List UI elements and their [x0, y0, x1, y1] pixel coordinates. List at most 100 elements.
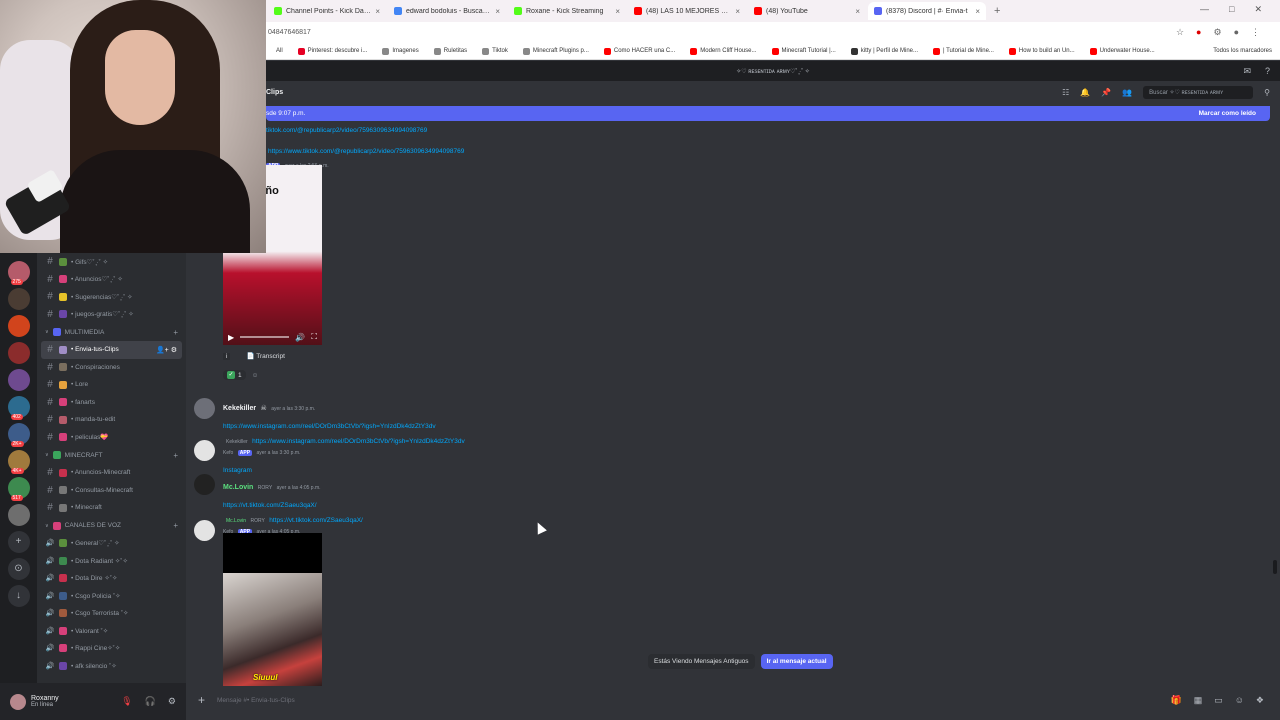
browser-tab[interactable]: Channel Points - Kick Dashboa× [268, 2, 386, 20]
info-icon[interactable]: i [223, 352, 231, 360]
server-icon[interactable] [7, 504, 30, 526]
scrollbar[interactable] [1273, 560, 1277, 574]
text-channel[interactable]: # • peliculas💝 [37, 429, 186, 447]
avatar[interactable] [10, 693, 26, 710]
new-tab-icon[interactable]: + [994, 5, 1000, 17]
voice-channel[interactable]: 🔊 • afk silencio ˚✧ [37, 657, 186, 675]
channel-category[interactable]: ∨ Canales de voz + [37, 517, 186, 535]
minimize-icon[interactable]: — [1200, 4, 1209, 15]
download-icon[interactable]: ↓ [7, 585, 30, 607]
tab-close-icon[interactable]: × [615, 7, 620, 16]
all-bookmarks[interactable]: Todos los marcadores [1213, 48, 1272, 54]
avatar[interactable] [194, 398, 215, 419]
add-attachment-icon[interactable]: + [198, 693, 205, 707]
close-icon[interactable]: ✕ [1254, 4, 1262, 15]
pin-icon[interactable]: 📌 [1101, 88, 1111, 97]
add-channel-icon[interactable]: + [173, 451, 178, 460]
message-author[interactable]: Kekekiller [223, 405, 256, 412]
profile-icon[interactable]: ● [1234, 27, 1239, 38]
browser-tab[interactable]: (8378) Discord | #· Envia-t × [868, 2, 986, 20]
browser-tab[interactable]: Roxane - Kick Streaming × [508, 2, 626, 20]
tab-close-icon[interactable]: × [975, 7, 980, 16]
extension-icon[interactable]: ⚙ [1213, 27, 1221, 38]
message-composer[interactable]: + Mensaje #• Envia-tus-Clips 🎁 ▦ ▭ ☺ ❖ [194, 689, 1272, 711]
fullscreen-icon[interactable]: ⛶ [311, 332, 317, 342]
add-reaction-icon[interactable]: ☺ [252, 372, 259, 379]
text-channel[interactable]: # • juegos-gratis♡˚ ̥·˚ ✧ [37, 306, 186, 324]
message-input[interactable]: Mensaje #• Envia-tus-Clips [217, 697, 295, 704]
help-icon[interactable]: ? [1265, 66, 1270, 77]
tab-close-icon[interactable]: × [735, 7, 740, 16]
bookmark-item[interactable]: Pinterest: descubre i... [297, 47, 367, 55]
server-icon[interactable] [7, 369, 30, 391]
url-text[interactable]: 04847646817 [268, 29, 311, 36]
maximize-icon[interactable]: □ [1229, 4, 1234, 15]
server-icon[interactable]: 275 [7, 261, 30, 285]
gift-icon[interactable]: 🎁 [1170, 695, 1181, 706]
message-link[interactable]: https://vt.tiktok.com/ZSaeu3qaX/ [223, 502, 317, 509]
text-channel[interactable]: # • Minecraft [37, 499, 186, 517]
inbox-icon[interactable]: ✉ [1243, 66, 1251, 77]
message-author[interactable]: Kefo [223, 450, 233, 456]
search-icon[interactable]: ⚲ [1264, 88, 1270, 97]
voice-channel[interactable]: 🔊 • Csgo Terrorista ˚✧ [37, 605, 186, 623]
video-embed[interactable]: Siuuul [223, 533, 322, 686]
reaction-check[interactable]: ✓ 1 [223, 370, 246, 380]
menu-icon[interactable]: ⋮ [1251, 27, 1260, 38]
browser-tab[interactable]: edward bodoluis - Buscar con G × [388, 2, 506, 20]
video-progress[interactable] [240, 336, 290, 338]
notifications-icon[interactable]: 🔔 [1080, 88, 1090, 97]
volume-icon[interactable]: 🔊 [295, 333, 305, 342]
server-icon[interactable] [7, 315, 30, 337]
bookmark-item[interactable]: How to build an Un... [1008, 47, 1075, 55]
channel-category[interactable]: ∨ Multimedia + [37, 323, 186, 341]
bookmark-item[interactable]: kitty | Perfil de Mine... [850, 47, 918, 55]
voice-channel[interactable]: 🔊 • Dota Radiant ✧˚✧ [37, 552, 186, 570]
threads-icon[interactable]: ☷ [1062, 88, 1069, 97]
add-channel-icon[interactable]: + [173, 521, 178, 530]
text-channel[interactable]: # • Lore [37, 376, 186, 394]
voice-channel[interactable]: 🔊 • Csgo Policia ˚✧ [37, 587, 186, 605]
voice-channel[interactable]: 🔊 • Rappi Cine✧˚✧ [37, 640, 186, 658]
add-server-icon[interactable]: + [7, 531, 30, 553]
bookmark-item[interactable]: Ruletitas [433, 47, 467, 55]
bookmark-item[interactable]: Modern Cliff House... [690, 47, 757, 55]
bookmark-item[interactable]: Minecraft Tutorial |... [771, 47, 836, 55]
bookmark-item[interactable]: | Tutorial de Mine... [933, 47, 994, 55]
voice-channel[interactable]: 🔊 • General♡˚ ̥·˚ ✧ [37, 535, 186, 553]
server-icon[interactable]: 402 [7, 396, 30, 420]
text-channel[interactable]: # • Gifs♡˚ ̥·˚ ✧ [37, 253, 186, 271]
text-channel[interactable]: # • fanarts [37, 394, 186, 412]
message-author[interactable]: Mc.Lovin [223, 484, 253, 491]
text-channel[interactable]: # • Consultas-Minecraft [37, 482, 186, 500]
server-icon[interactable]: 2K+ [7, 423, 30, 447]
server-icon[interactable] [7, 342, 30, 364]
text-channel[interactable]: # • manda-tu-edit [37, 411, 186, 429]
bookmark-item[interactable]: Imagenes [382, 47, 419, 55]
bookmark-item[interactable]: Underwater House... [1089, 47, 1155, 55]
browser-tab[interactable]: (48) YouTube × [748, 2, 866, 20]
play-icon[interactable]: ▶ [228, 333, 234, 342]
discover-icon[interactable]: ⊙ [7, 558, 30, 580]
tab-close-icon[interactable]: × [855, 7, 860, 16]
message-link[interactable]: https://www.instagram.com/reel/DOrDm3bCt… [223, 423, 436, 430]
text-channel[interactable]: # • Anuncios♡˚ ̥·˚ ✧ [37, 271, 186, 289]
gif-icon[interactable]: ▦ [1194, 695, 1203, 706]
server-icon[interactable] [7, 288, 30, 310]
browser-tab[interactable]: (48) LAS 10 MEJORES CANCIO × [628, 2, 746, 20]
text-channel[interactable]: # • Conspiraciones [37, 359, 186, 377]
mic-muted-icon[interactable]: 🎙 [121, 696, 132, 707]
bookmark-item[interactable]: Tiktok [482, 47, 508, 55]
avatar[interactable] [194, 474, 215, 495]
address-bar[interactable]: 04847646817 ☆ ● ⚙ ● ⋮ [266, 22, 1280, 43]
members-icon[interactable]: 👥 [1122, 88, 1132, 97]
apps-icon[interactable]: ❖ [1256, 695, 1264, 706]
settings-gear-icon[interactable]: ⚙ [168, 696, 176, 707]
avatar[interactable] [194, 440, 215, 461]
message-link[interactable]: tiktok.com/@republicarp2/video/759630963… [266, 127, 427, 134]
voice-channel[interactable]: 🔊 • Dota Dire ✧˚✧ [37, 570, 186, 588]
bookmark-item[interactable]: All [266, 47, 283, 55]
add-channel-icon[interactable]: + [173, 328, 178, 337]
message-text[interactable]: Instagram [223, 467, 252, 474]
tab-close-icon[interactable]: × [495, 7, 500, 16]
